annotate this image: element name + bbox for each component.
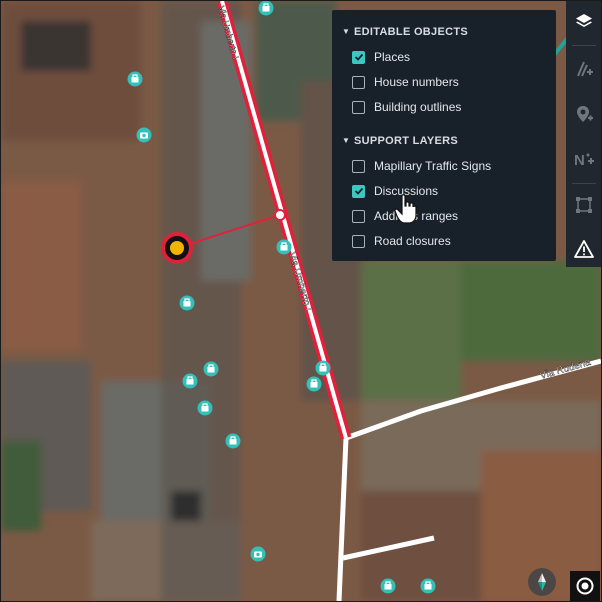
layer-label: Places — [374, 50, 411, 64]
compass-icon — [538, 573, 546, 591]
map-toolbar: N — [566, 1, 601, 267]
checkbox-address-ranges[interactable] — [352, 209, 365, 223]
poi-pharmacy-icon — [419, 577, 437, 595]
poi-shop-icon — [257, 1, 275, 17]
checkbox-mapillary[interactable] — [352, 159, 365, 173]
layer-label: Building outlines — [374, 100, 462, 114]
draw-area-icon — [576, 197, 592, 213]
poi-camera-icon — [136, 127, 152, 143]
locate-button[interactable] — [570, 571, 600, 601]
layers-icon — [576, 14, 592, 27]
add-place-button[interactable] — [566, 96, 601, 132]
layer-toggle-mapillary[interactable]: Mapillary Traffic Signs — [352, 157, 491, 175]
layer-toggle-road-closures[interactable]: Road closures — [352, 232, 451, 250]
layer-label: Road closures — [374, 234, 451, 248]
add-road-icon — [577, 61, 593, 77]
poi-shop-icon — [379, 577, 397, 595]
poi-camera-icon — [250, 546, 266, 562]
add-place-icon — [577, 106, 593, 122]
poi-shop-icon — [178, 294, 196, 312]
add-street-name-button[interactable]: N — [566, 141, 601, 177]
poi-shop-icon — [126, 70, 144, 88]
layer-label: House numbers — [374, 75, 459, 89]
poi-shop-icon — [275, 238, 293, 256]
poi-shop-icon — [314, 359, 332, 377]
editable-objects-title[interactable]: EDITABLE OBJECTS — [354, 26, 468, 38]
checkbox-house-numbers[interactable] — [352, 75, 365, 89]
layers-button[interactable] — [566, 3, 601, 39]
checkbox-building-outlines[interactable] — [352, 100, 365, 114]
warning-icon — [574, 240, 594, 258]
svg-text:N: N — [574, 152, 585, 169]
checkbox-places[interactable] — [352, 50, 365, 64]
checkbox-road-closures[interactable] — [352, 234, 365, 248]
layers-panel: ▼ EDITABLE OBJECTS Places House numbers … — [332, 10, 556, 261]
checkmark-icon — [354, 53, 363, 61]
locate-icon — [576, 577, 594, 595]
caret-down-icon[interactable]: ▼ — [342, 27, 350, 36]
caret-down-icon[interactable]: ▼ — [342, 136, 350, 145]
poi-medical-icon — [224, 432, 242, 450]
support-layers-title[interactable]: SUPPORT LAYERS — [354, 135, 458, 147]
layer-toggle-house-numbers[interactable]: House numbers — [352, 73, 459, 91]
add-street-name-icon: N — [574, 152, 594, 169]
layer-label: Mapillary Traffic Signs — [374, 159, 492, 173]
poi-mail-icon — [305, 375, 323, 393]
report-issue-button[interactable] — [566, 231, 601, 267]
poi-pharmacy-icon — [181, 372, 199, 390]
layer-toggle-places[interactable]: Places — [352, 48, 410, 66]
compass-button[interactable] — [528, 568, 556, 596]
poi-shop-icon — [196, 399, 214, 417]
poi-shop-icon — [202, 360, 220, 378]
layer-toggle-building-outlines[interactable]: Building outlines — [352, 98, 461, 116]
map-app: Via Umberto I Via Umberto I Via Rudena ▼… — [0, 0, 602, 602]
checkbox-discussions[interactable] — [352, 184, 365, 198]
add-road-button[interactable] — [566, 51, 601, 87]
draw-area-button[interactable] — [566, 187, 601, 223]
checkmark-icon — [354, 187, 363, 195]
hand-cursor-icon — [394, 194, 417, 224]
